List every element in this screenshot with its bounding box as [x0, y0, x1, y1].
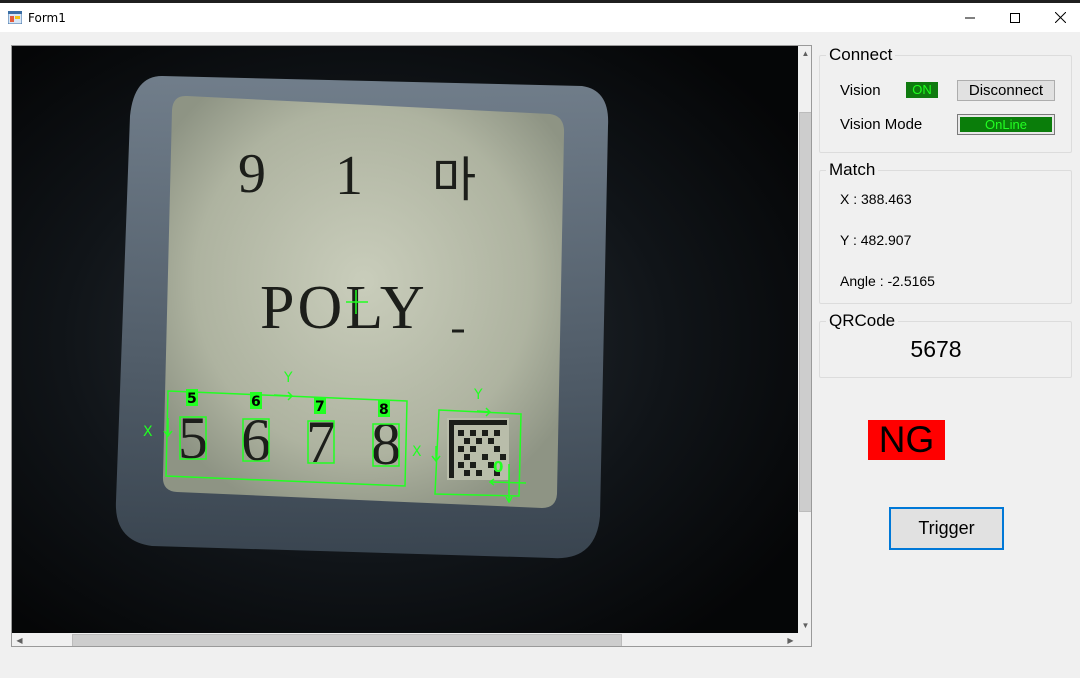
digit-label: 6: [251, 394, 261, 410]
trigger-button[interactable]: Trigger: [889, 507, 1004, 550]
result-indicator: NG: [868, 420, 945, 460]
card-char: 마: [432, 152, 476, 208]
camera-viewer[interactable]: 9 1 마 POLY 5 6 7 8 5 6 7 8 X Y X Y 0 ▲ ▼…: [11, 45, 812, 647]
digit-label: 8: [379, 402, 389, 418]
qr-axis-y-label: Y: [473, 387, 483, 403]
match-angle-value: Angle : -2.5165: [840, 273, 935, 289]
qr-index-label: 0: [493, 458, 503, 476]
scroll-down-icon[interactable]: ▼: [798, 618, 811, 633]
match-y-value: Y : 482.907: [840, 232, 912, 248]
match-group-title: Match: [826, 161, 879, 179]
camera-image[interactable]: 9 1 마 POLY 5 6 7 8 5 6 7 8 X Y X Y 0: [12, 46, 798, 633]
card-digit: 5: [178, 405, 208, 471]
vision-mode-value: OnLine: [960, 117, 1052, 132]
disconnect-button[interactable]: Disconnect: [957, 80, 1055, 101]
maximize-icon: [1010, 12, 1020, 23]
card-digit: 6: [241, 407, 271, 473]
horizontal-scroll-thumb[interactable]: [72, 634, 622, 646]
card-digit: 8: [371, 411, 401, 477]
card-char: 1: [335, 145, 363, 207]
vision-mode-label: Vision Mode: [840, 116, 923, 133]
minimize-icon: [965, 17, 975, 18]
vertical-scroll-thumb[interactable]: [799, 112, 811, 512]
camera-image-svg: 9 1 마 POLY 5 6 7 8 5 6 7 8 X Y X Y 0: [12, 46, 798, 633]
digit-label: 7: [315, 399, 325, 415]
scroll-left-icon[interactable]: ◀: [12, 633, 27, 646]
card-char: 9: [238, 143, 266, 205]
qrcode-value: 5678: [910, 336, 962, 362]
digit-label: 5: [187, 391, 197, 407]
size-grip[interactable]: [798, 633, 811, 646]
minimize-button[interactable]: [947, 3, 993, 32]
card-line2: POLY: [260, 274, 428, 342]
qrcode-group: QRCode 5678: [819, 312, 1072, 378]
window-title: Form1: [28, 11, 66, 25]
match-group: Match X : 388.463 Y : 482.907 Angle : -2…: [819, 161, 1072, 304]
vision-mode-field: OnLine: [957, 114, 1055, 135]
connect-group-title: Connect: [826, 46, 896, 64]
vertical-scrollbar[interactable]: ▲ ▼: [798, 46, 811, 633]
card-digit: 7: [306, 409, 336, 475]
axis-y-label: Y: [283, 370, 293, 386]
horizontal-scrollbar[interactable]: ◀ ▶: [12, 633, 798, 646]
match-x-value: X : 388.463: [840, 191, 912, 207]
axis-x-label: X: [143, 424, 153, 440]
scroll-right-icon[interactable]: ▶: [783, 633, 798, 646]
qr-axis-x-label: X: [412, 444, 422, 460]
maximize-button[interactable]: [992, 3, 1038, 32]
qrcode-group-title: QRCode: [826, 312, 899, 330]
vision-label: Vision: [840, 82, 881, 99]
vision-status-indicator: ON: [906, 82, 938, 98]
connect-group: Connect Vision ON Disconnect Vision Mode…: [819, 46, 1072, 153]
app-icon: [8, 11, 22, 24]
close-button[interactable]: [1037, 3, 1080, 32]
close-icon: [1054, 12, 1066, 23]
scroll-up-icon[interactable]: ▲: [798, 46, 811, 61]
title-bar: Form1: [0, 3, 1080, 32]
